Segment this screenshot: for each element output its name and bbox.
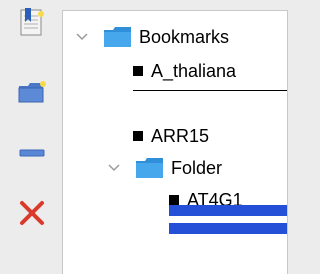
add-folder-button[interactable]: [16, 78, 48, 108]
tree-node-folder[interactable]: Folder: [63, 152, 287, 184]
tree-node-label: Bookmarks: [139, 26, 230, 47]
add-separator-button[interactable]: [16, 138, 48, 168]
tree-node-bookmark[interactable]: ARR15: [63, 120, 287, 152]
add-bookmark-button[interactable]: [16, 8, 48, 38]
folder-icon: [103, 26, 133, 48]
selected-item-highlight[interactable]: [169, 223, 287, 234]
selected-item-highlight[interactable]: [169, 205, 287, 216]
folder-icon: [135, 157, 165, 179]
delete-x-icon: [19, 200, 45, 226]
tree-node-bookmark[interactable]: A_thaliana: [63, 55, 287, 87]
chevron-down-icon[interactable]: [107, 161, 121, 175]
bookmark-tree[interactable]: Bookmarks A_thaliana ARR15 Folder AT4G1: [62, 10, 288, 274]
toolbar: [0, 0, 62, 274]
tree-node-bookmarks[interactable]: Bookmarks: [63, 21, 287, 53]
tree-separator[interactable]: [133, 90, 287, 91]
bookmark-manager: Bookmarks A_thaliana ARR15 Folder AT4G1: [0, 0, 300, 274]
tree-node-label: A_thaliana: [151, 60, 237, 81]
chevron-down-icon[interactable]: [75, 30, 89, 44]
delete-button[interactable]: [16, 198, 48, 228]
tree-node-label: ARR15: [151, 125, 210, 146]
bookmark-add-icon: [18, 8, 46, 38]
folder-add-icon: [17, 80, 47, 106]
bookmark-bullet-icon: [169, 195, 179, 205]
tree-node-label: Folder: [171, 157, 223, 178]
bookmark-bullet-icon: [133, 66, 143, 76]
separator-icon: [19, 148, 45, 158]
bookmark-bullet-icon: [133, 131, 143, 141]
